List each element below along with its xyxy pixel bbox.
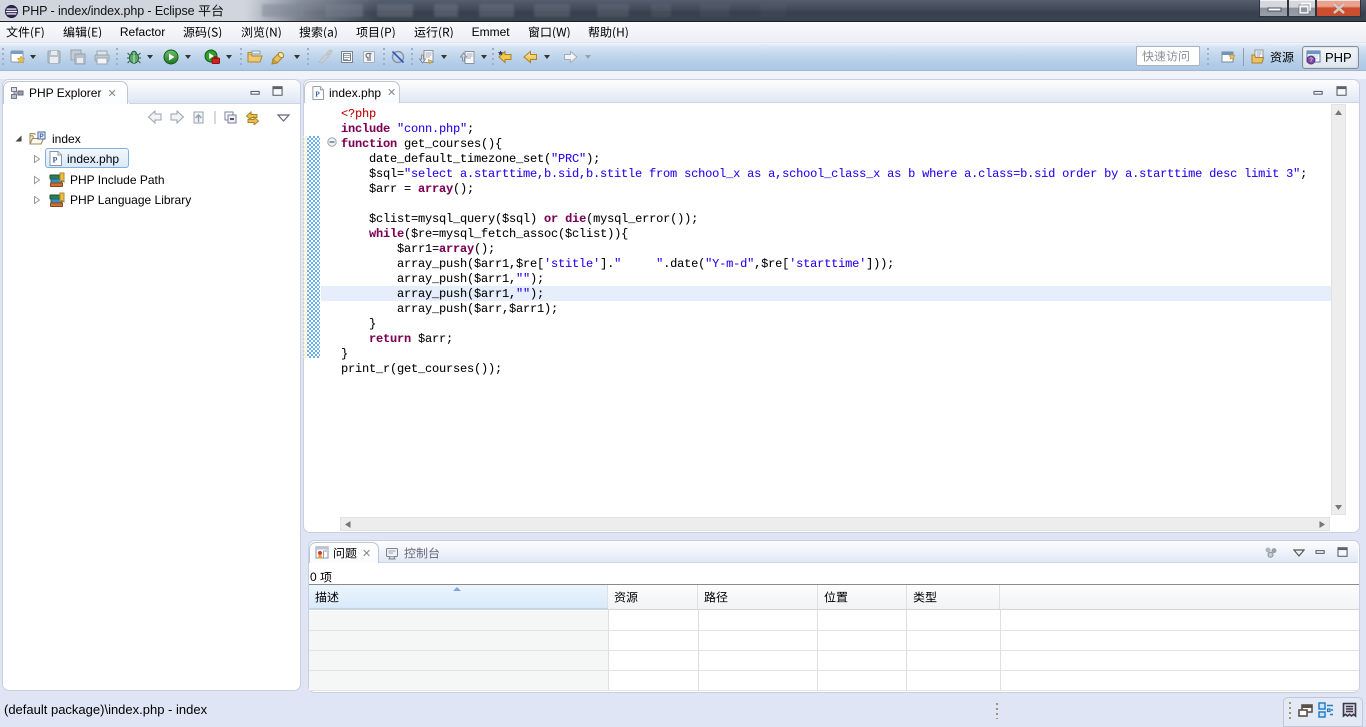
svg-text:P: P xyxy=(39,133,44,140)
svg-text:P: P xyxy=(315,89,320,98)
svg-text:P: P xyxy=(53,156,58,165)
